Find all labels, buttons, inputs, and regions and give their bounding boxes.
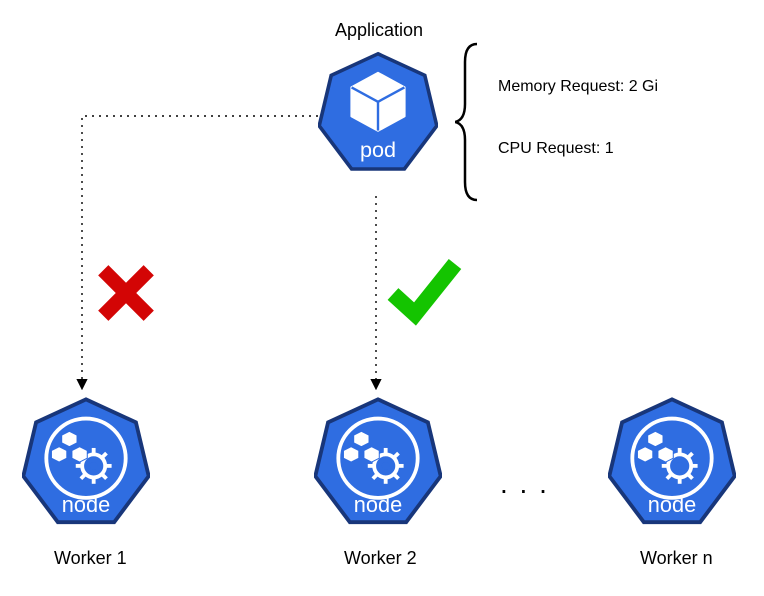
node-badge-1: node [22,392,150,550]
node-label-2: node [354,492,402,517]
accept-icon [385,252,465,332]
worker-caption-1: Worker 1 [54,548,127,569]
worker-caption-2: Worker 2 [344,548,417,569]
reject-icon [95,262,157,324]
worker-caption-n: Worker n [640,548,713,569]
brace-icon [455,42,485,202]
memory-request-label: Memory Request: 2 Gi [498,78,658,96]
node-label-n: node [648,492,696,517]
application-title: Application [335,20,423,41]
pod-label: pod [360,137,396,162]
cpu-request-label: CPU Request: 1 [498,140,614,158]
ellipsis: . . . [500,468,549,500]
node-badge-2: node [314,392,442,550]
node-label-1: node [62,492,110,517]
arrow-to-worker-1 [82,116,318,388]
node-badge-n: node [608,392,736,550]
pod-badge: pod [318,46,438,196]
